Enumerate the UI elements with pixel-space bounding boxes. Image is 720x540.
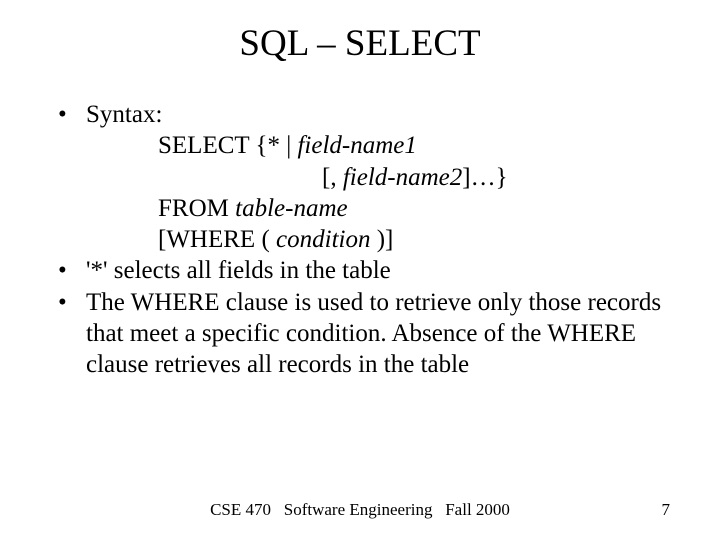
select-text: SELECT {* | [158, 132, 297, 159]
where-pre: [WHERE ( [158, 226, 276, 253]
slide: SQL – SELECT Syntax: SELECT {* | field-n… [0, 0, 720, 540]
syntax-line-where: [WHERE ( condition )] [86, 224, 670, 255]
bullet-list: Syntax: SELECT {* | field-name1 [, field… [50, 99, 670, 380]
footer-name: Software Engineering [284, 500, 433, 519]
syntax-line-from: FROM table-name [86, 193, 670, 224]
from-text: FROM [158, 195, 235, 222]
where-post: )] [370, 226, 393, 253]
fieldname2-pre: [, [322, 164, 343, 191]
bullet-where-text: The WHERE clause is used to retrieve onl… [86, 289, 661, 379]
bullet-where: The WHERE clause is used to retrieve onl… [50, 287, 670, 381]
fieldname2-post: ]…} [462, 164, 507, 191]
field-name1: field-name1 [297, 132, 416, 159]
field-name2: field-name2 [343, 164, 462, 191]
bullet-syntax-label: Syntax: [86, 101, 162, 128]
slide-body: Syntax: SELECT {* | field-name1 [, field… [0, 75, 720, 380]
syntax-line-fieldname2: [, field-name2]…} [86, 162, 670, 193]
footer-course: CSE 470 [210, 500, 271, 519]
syntax-line-select: SELECT {* | field-name1 [86, 130, 670, 161]
slide-title: SQL – SELECT [0, 0, 720, 75]
bullet-star-text: '*' selects all fields in the table [86, 257, 391, 284]
table-name: table-name [235, 195, 347, 222]
footer-term: Fall 2000 [445, 500, 510, 519]
condition: condition [276, 226, 370, 253]
bullet-syntax: Syntax: SELECT {* | field-name1 [, field… [50, 99, 670, 255]
bullet-star: '*' selects all fields in the table [50, 255, 670, 286]
footer: CSE 470 Software Engineering Fall 2000 [0, 500, 720, 520]
page-number: 7 [662, 500, 671, 520]
